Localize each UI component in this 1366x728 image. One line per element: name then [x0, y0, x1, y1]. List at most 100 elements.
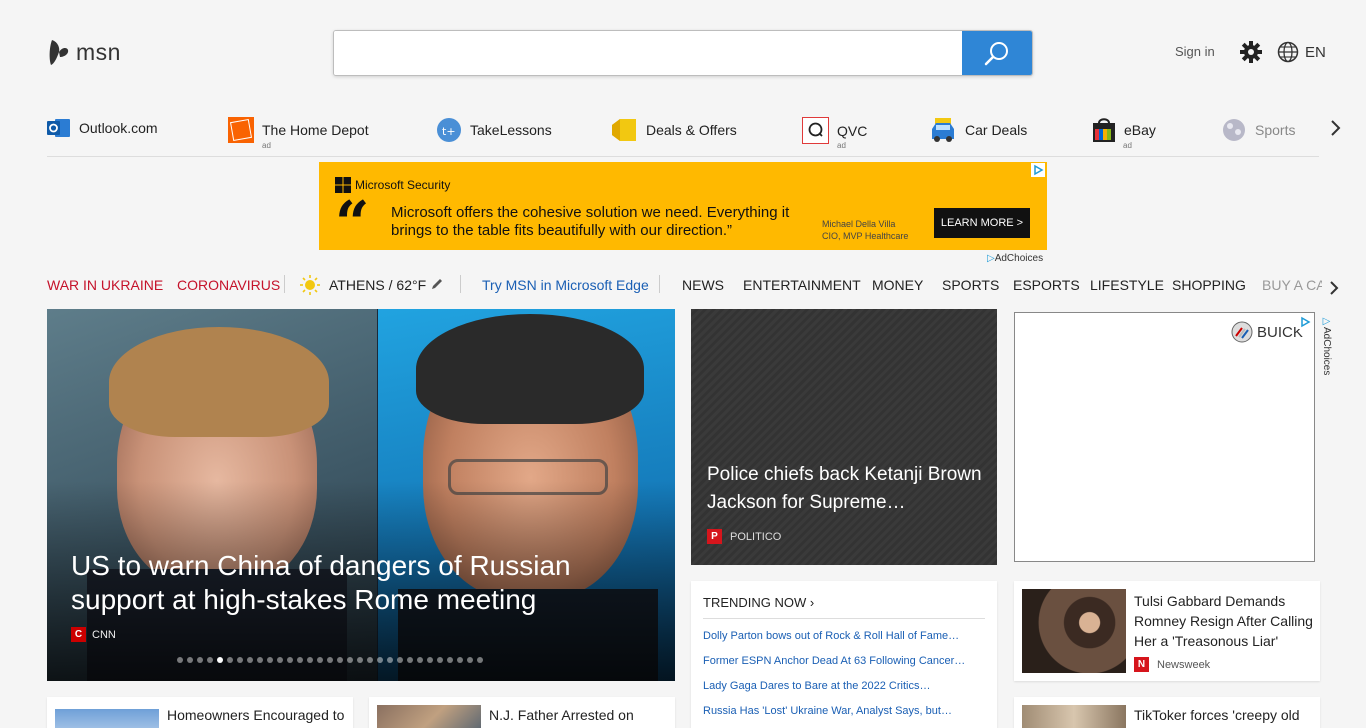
trending-item[interactable]: Former ESPN Anchor Dead At 63 Following … — [703, 655, 983, 667]
carousel-dot[interactable] — [407, 657, 413, 663]
adchoices-icon[interactable] — [1298, 315, 1312, 329]
carousel-dot[interactable] — [457, 657, 463, 663]
news-card-nj-father[interactable]: N.J. Father Arrested on — [369, 697, 675, 728]
carousel-dot[interactable] — [237, 657, 243, 663]
quick-link-label: The Home Depot — [262, 122, 369, 138]
news-card-gabbard[interactable]: Tulsi Gabbard Demands Romney Resign Afte… — [1014, 581, 1320, 681]
svg-text:t+: t+ — [442, 125, 456, 138]
microsoft-security-ad[interactable]: Microsoft Security “ Microsoft offers th… — [319, 162, 1047, 254]
trending-item[interactable]: Lady Gaga Dares to Bare at the 2022 Crit… — [703, 680, 983, 692]
trending-item[interactable]: Dolly Parton bows out of Rock & Roll Hal… — [703, 630, 983, 642]
nav-money[interactable]: MONEY — [872, 277, 923, 293]
carousel-dot[interactable] — [267, 657, 273, 663]
news-headline[interactable]: N.J. Father Arrested on — [489, 705, 669, 725]
display-ad[interactable]: BUICK — [1014, 312, 1315, 562]
quick-link-deals[interactable]: Deals & Offers — [610, 117, 737, 143]
trending-heading[interactable]: TRENDING NOW › — [703, 595, 814, 610]
adchoices-link[interactable]: ▷AdChoices — [987, 253, 1043, 264]
carousel-dot[interactable] — [287, 657, 293, 663]
carousel-dot[interactable] — [347, 657, 353, 663]
globe-icon — [1277, 41, 1299, 63]
feature-card[interactable]: Police chiefs back Ketanji Brown Jackson… — [691, 309, 997, 565]
ad-attribution-title: CIO, MVP Healthcare — [822, 231, 909, 241]
msn-logo[interactable]: msn — [48, 38, 121, 66]
nav-coronavirus[interactable]: CORONAVIRUS — [177, 277, 280, 293]
pencil-icon[interactable] — [430, 277, 444, 291]
carousel-dot[interactable] — [327, 657, 333, 663]
news-card-tiktoker[interactable]: TikToker forces 'creepy old — [1014, 697, 1320, 728]
sun-icon — [300, 275, 320, 295]
carousel-dot[interactable] — [247, 657, 253, 663]
carousel-dot[interactable] — [257, 657, 263, 663]
carousel-dot[interactable] — [477, 657, 483, 663]
carousel-dot[interactable] — [447, 657, 453, 663]
carousel-dot[interactable] — [297, 657, 303, 663]
quick-links-next-button[interactable] — [1330, 118, 1342, 143]
hero-carousel[interactable]: US to warn China of dangers of Russian s… — [47, 309, 675, 681]
carousel-dot[interactable] — [387, 657, 393, 663]
news-thumbnail — [377, 705, 481, 728]
adchoices-icon[interactable] — [1031, 163, 1045, 177]
adchoices-vertical-link[interactable]: ▷AdChoices — [1321, 316, 1332, 375]
carousel-dot[interactable] — [337, 657, 343, 663]
carousel-dot[interactable] — [217, 657, 223, 663]
nav-lifestyle[interactable]: LIFESTYLE — [1090, 277, 1164, 293]
carousel-dot[interactable] — [197, 657, 203, 663]
nav-entertainment[interactable]: ENTERTAINMENT — [743, 277, 861, 293]
news-thumbnail — [55, 709, 159, 728]
takelessons-icon: t+ — [437, 118, 461, 142]
news-headline[interactable]: Tulsi Gabbard Demands Romney Resign Afte… — [1134, 591, 1314, 651]
search-input[interactable] — [334, 31, 962, 75]
news-headline[interactable]: TikToker forces 'creepy old — [1134, 705, 1314, 725]
trending-item[interactable]: Russia Has 'Lost' Ukraine War, Analyst S… — [703, 705, 983, 717]
nav-sports[interactable]: SPORTS — [942, 277, 999, 293]
carousel-dot[interactable] — [437, 657, 443, 663]
carousel-dots — [177, 657, 483, 663]
learn-more-button[interactable]: LEARN MORE > — [934, 208, 1030, 238]
quick-link-qvc[interactable]: QVC ad — [802, 117, 867, 150]
carousel-dot[interactable] — [357, 657, 363, 663]
trending-divider — [703, 618, 985, 619]
carousel-dot[interactable] — [207, 657, 213, 663]
news-headline[interactable]: Homeowners Encouraged to — [167, 705, 347, 725]
carousel-dot[interactable] — [427, 657, 433, 663]
nav-divider — [659, 275, 660, 293]
carousel-dot[interactable] — [467, 657, 473, 663]
search-button[interactable] — [962, 31, 1032, 75]
carousel-dot[interactable] — [277, 657, 283, 663]
language-selector[interactable]: EN — [1277, 41, 1326, 63]
nav-weather[interactable]: ATHENS / 62°F — [329, 277, 426, 293]
quick-link-outlook[interactable]: Outlook.com — [47, 117, 158, 139]
settings-button[interactable] — [1240, 41, 1262, 68]
quick-link-sports[interactable]: Sports — [1221, 117, 1295, 143]
carousel-dot[interactable] — [417, 657, 423, 663]
carousel-dot[interactable] — [177, 657, 183, 663]
nav-news[interactable]: NEWS — [682, 277, 724, 293]
nav-try-edge[interactable]: Try MSN in Microsoft Edge — [482, 277, 649, 293]
quick-link-ebay[interactable]: eBay ad — [1092, 117, 1156, 150]
carousel-dot[interactable] — [377, 657, 383, 663]
butterfly-icon — [49, 40, 69, 65]
sign-in-link[interactable]: Sign in — [1175, 44, 1215, 59]
quick-link-car-deals[interactable]: Car Deals — [929, 117, 1027, 143]
feature-headline[interactable]: Police chiefs back Ketanji Brown Jackson… — [707, 461, 987, 517]
chevron-right-icon[interactable] — [1329, 280, 1339, 296]
nav-buy-a-car[interactable]: BUY A CA — [1262, 277, 1322, 293]
carousel-dot[interactable] — [227, 657, 233, 663]
language-label: EN — [1305, 43, 1326, 61]
carousel-dot[interactable] — [317, 657, 323, 663]
carousel-dot[interactable] — [307, 657, 313, 663]
nav-war-in-ukraine[interactable]: WAR IN UKRAINE — [47, 277, 163, 293]
nav-esports[interactable]: ESPORTS — [1013, 277, 1080, 293]
ad-label: ad — [262, 141, 271, 150]
quote-mark-icon: “ — [335, 189, 370, 259]
quick-link-takelessons[interactable]: t+ TakeLessons — [436, 117, 552, 143]
nav-shopping[interactable]: SHOPPING — [1172, 277, 1246, 293]
carousel-dot[interactable] — [367, 657, 373, 663]
hero-headline[interactable]: US to warn China of dangers of Russian s… — [71, 549, 591, 617]
carousel-dot[interactable] — [187, 657, 193, 663]
quick-link-label: TakeLessons — [470, 122, 552, 138]
quick-link-home-depot[interactable]: The Home Depot ad — [228, 117, 369, 150]
news-card-homeowners[interactable]: Homeowners Encouraged to — [47, 697, 353, 728]
carousel-dot[interactable] — [397, 657, 403, 663]
